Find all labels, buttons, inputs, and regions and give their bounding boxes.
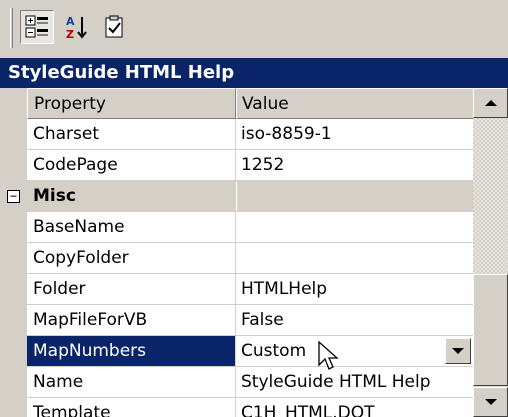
row-gutter (0, 274, 27, 305)
toolbar-grip[interactable] (10, 8, 13, 48)
property-grid: Property Value Charset iso-8859-1 CodePa… (0, 88, 508, 417)
property-row-mapfileforvb[interactable]: MapFileForVB False (0, 305, 473, 336)
property-value[interactable]: HTMLHelp (236, 274, 473, 305)
svg-text:Z: Z (66, 28, 74, 40)
property-value[interactable]: StyleGuide HTML Help (236, 367, 473, 398)
arrow-down-icon (484, 399, 497, 405)
row-gutter (0, 150, 27, 181)
property-pages-icon (105, 15, 123, 38)
property-name[interactable]: CopyFolder (27, 243, 236, 274)
row-gutter (0, 212, 27, 243)
property-name[interactable]: Folder (27, 274, 236, 305)
scroll-up-button[interactable] (473, 88, 508, 118)
property-name[interactable]: CodePage (27, 150, 236, 181)
property-value[interactable]: 1252 (236, 150, 473, 181)
property-row-mapnumbers[interactable]: MapNumbers Custom (0, 336, 473, 367)
property-value[interactable] (236, 243, 473, 274)
chevron-down-icon (452, 348, 464, 354)
vertical-scrollbar[interactable] (473, 88, 508, 417)
categorized-icon (25, 15, 48, 38)
column-header-property[interactable]: Property (27, 88, 236, 119)
grid-header: Property Value (0, 88, 473, 119)
column-header-value[interactable]: Value (236, 88, 473, 119)
property-pages-button[interactable] (98, 10, 132, 44)
property-row-folder[interactable]: Folder HTMLHelp (0, 274, 473, 305)
scroll-down-button[interactable] (473, 387, 508, 417)
mouse-pointer-icon (318, 341, 339, 370)
row-gutter (0, 243, 27, 274)
property-row-charset[interactable]: Charset iso-8859-1 (0, 119, 473, 150)
row-gutter (0, 305, 27, 336)
property-name[interactable]: MapFileForVB (27, 305, 236, 336)
arrow-up-icon (484, 100, 497, 106)
category-row-misc[interactable]: − Misc (0, 181, 473, 212)
property-name[interactable]: BaseName (27, 212, 236, 243)
category-value (236, 181, 473, 212)
property-name-selected[interactable]: MapNumbers (27, 336, 236, 367)
property-row-template[interactable]: Template C1H_HTML.DOT (0, 398, 473, 417)
property-row-copyfolder[interactable]: CopyFolder (0, 243, 473, 274)
property-grid-toolbar: A Z (0, 0, 508, 58)
property-name[interactable]: Template (27, 398, 236, 417)
categorized-button[interactable] (20, 10, 54, 44)
dropdown-button[interactable] (445, 338, 471, 364)
alphabetical-sort-icon: A Z (66, 15, 87, 40)
svg-text:A: A (66, 15, 75, 28)
property-name[interactable]: Name (27, 367, 236, 398)
row-gutter (0, 119, 27, 150)
category-name[interactable]: Misc (27, 181, 236, 212)
alphabetical-button[interactable]: A Z (60, 10, 94, 44)
property-name[interactable]: Charset (27, 119, 236, 150)
property-value-dropdown[interactable]: Custom (236, 336, 473, 367)
collapse-icon[interactable]: − (7, 190, 20, 203)
property-row-basename[interactable]: BaseName (0, 212, 473, 243)
property-row-name[interactable]: Name StyleGuide HTML Help (0, 367, 473, 398)
dropdown-value: Custom (241, 341, 307, 361)
property-value[interactable]: iso-8859-1 (236, 119, 473, 150)
row-gutter (0, 367, 27, 398)
row-gutter (0, 336, 27, 367)
header-gutter (0, 88, 27, 119)
object-title: StyleGuide HTML Help (0, 58, 508, 88)
scrollbar-thumb[interactable] (473, 274, 508, 386)
property-value[interactable]: C1H_HTML.DOT (236, 398, 473, 417)
property-value[interactable]: False (236, 305, 473, 336)
property-value[interactable] (236, 212, 473, 243)
row-gutter: − (0, 181, 27, 212)
row-gutter (0, 398, 27, 417)
property-row-codepage[interactable]: CodePage 1252 (0, 150, 473, 181)
